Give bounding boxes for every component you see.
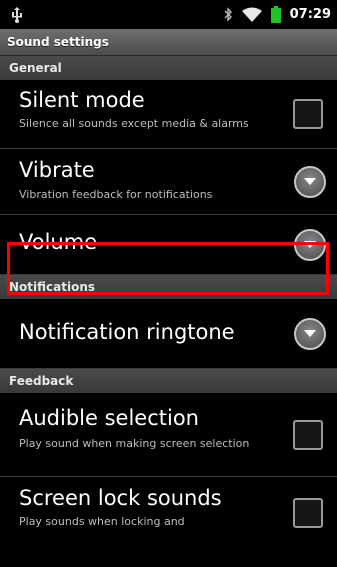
dropdown-arrow-icon[interactable] xyxy=(294,229,326,261)
silent-mode-summary: Silence all sounds except media & alarms xyxy=(19,117,249,130)
status-bar: 07:29 xyxy=(0,0,337,29)
screen-lock-sounds-item[interactable]: Screen lock sounds Play sounds when lock… xyxy=(0,477,337,567)
section-header-notifications: Notifications xyxy=(0,275,337,299)
audible-selection-item[interactable]: Audible selection Play sound when making… xyxy=(0,393,337,477)
dropdown-arrow-icon[interactable] xyxy=(294,166,326,198)
wifi-icon xyxy=(241,7,262,22)
screen-lock-sounds-checkbox[interactable] xyxy=(293,498,323,528)
notification-ringtone-title: Notification ringtone xyxy=(19,320,235,344)
page-title: Sound settings xyxy=(0,29,337,56)
battery-icon xyxy=(270,6,281,23)
audible-selection-checkbox[interactable] xyxy=(293,420,323,450)
notification-ringtone-item[interactable]: Notification ringtone xyxy=(0,299,337,369)
volume-title: Volume xyxy=(19,230,98,254)
screen-lock-sounds-summary: Play sounds when locking and xyxy=(19,515,185,528)
usb-icon xyxy=(12,7,22,23)
audible-selection-title: Audible selection xyxy=(19,406,199,430)
vibrate-item[interactable]: Vibrate Vibration feedback for notificat… xyxy=(0,149,337,215)
vibrate-summary: Vibration feedback for notifications xyxy=(19,188,213,201)
clock: 07:29 xyxy=(289,7,331,22)
volume-item[interactable]: Volume xyxy=(0,215,337,275)
dropdown-arrow-icon[interactable] xyxy=(294,318,326,350)
silent-mode-title: Silent mode xyxy=(19,88,145,112)
vibrate-title: Vibrate xyxy=(19,158,95,182)
silent-mode-checkbox[interactable] xyxy=(293,99,323,129)
bluetooth-icon xyxy=(224,7,232,22)
section-header-feedback: Feedback xyxy=(0,369,337,393)
screen-lock-sounds-title: Screen lock sounds xyxy=(19,486,222,510)
section-header-general: General xyxy=(0,56,337,80)
silent-mode-item[interactable]: Silent mode Silence all sounds except me… xyxy=(0,80,337,149)
audible-selection-summary: Play sound when making screen selection xyxy=(19,437,250,450)
